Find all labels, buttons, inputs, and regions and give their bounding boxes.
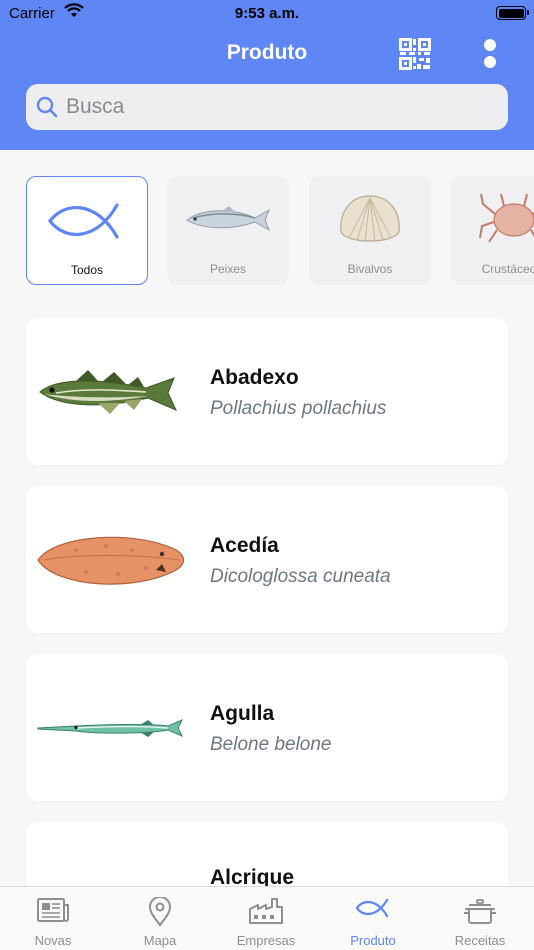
tab-label: Receitas xyxy=(454,933,506,948)
search-icon xyxy=(36,96,58,118)
tab-novas[interactable]: Novas xyxy=(0,887,106,950)
tab-bar: Novas Mapa Empresas Produto Receitas xyxy=(0,886,534,950)
crab-image xyxy=(479,193,534,243)
product-scientific-name: Belone belone xyxy=(210,734,332,755)
page-title: Produto xyxy=(226,41,308,64)
header: Carrier 9:53 a.m. Produto xyxy=(0,0,534,150)
category-label: Crustáceos xyxy=(481,262,534,276)
product-card-acedia[interactable]: Acedía Dicologlossa cuneata xyxy=(26,486,508,633)
tab-label: Empresas xyxy=(236,933,296,948)
factory-icon xyxy=(249,898,283,924)
category-label: Peixes xyxy=(209,262,247,276)
map-pin-icon xyxy=(148,897,172,927)
fish-image xyxy=(37,536,185,585)
fish-image xyxy=(39,370,178,414)
product-card-abadexo[interactable]: Abadexo Pollachius pollachius xyxy=(26,318,508,465)
tab-mapa[interactable]: Mapa xyxy=(107,887,213,950)
more-vertical-icon[interactable] xyxy=(478,36,502,74)
fish-outline-icon xyxy=(48,203,119,239)
search-input[interactable] xyxy=(66,84,496,130)
category-bivalvos[interactable]: Bivalvos xyxy=(309,176,431,285)
product-name: Acedía xyxy=(210,534,279,557)
status-time: 9:53 a.m. xyxy=(234,5,300,22)
product-name: Agulla xyxy=(210,702,275,725)
tab-label: Novas xyxy=(34,933,72,948)
status-bar: Carrier 9:53 a.m. xyxy=(0,0,534,28)
tab-receitas[interactable]: Receitas xyxy=(427,887,533,950)
fish-icon xyxy=(355,898,389,918)
tab-label: Mapa xyxy=(143,933,177,948)
cooking-pot-icon xyxy=(464,899,496,924)
fish-image xyxy=(37,719,184,737)
category-label: Bivalvos xyxy=(347,262,393,276)
product-scientific-name: Pollachius pollachius xyxy=(210,398,387,419)
category-crustaceos[interactable]: Crustáceos xyxy=(451,176,534,285)
tab-empresas[interactable]: Empresas xyxy=(213,887,319,950)
battery-icon xyxy=(496,6,529,20)
product-card-agulla[interactable]: Agulla Belone belone xyxy=(26,654,508,801)
tab-label: Produto xyxy=(350,933,396,948)
category-peixes[interactable]: Peixes xyxy=(167,176,289,285)
clam-shell-image xyxy=(340,195,400,242)
category-todos[interactable]: Todos xyxy=(26,176,148,285)
newspaper-icon xyxy=(37,898,69,922)
fish-image xyxy=(186,206,270,232)
product-name: Abadexo xyxy=(210,366,299,389)
category-label: Todos xyxy=(70,263,104,277)
tab-produto[interactable]: Produto xyxy=(320,887,426,950)
qr-code-icon[interactable] xyxy=(398,37,432,71)
search-bar[interactable] xyxy=(26,84,508,130)
category-carousel[interactable]: Todos Peixes Bivalvos Crustáceo xyxy=(0,176,534,286)
product-scientific-name: Dicologlossa cuneata xyxy=(210,566,391,587)
